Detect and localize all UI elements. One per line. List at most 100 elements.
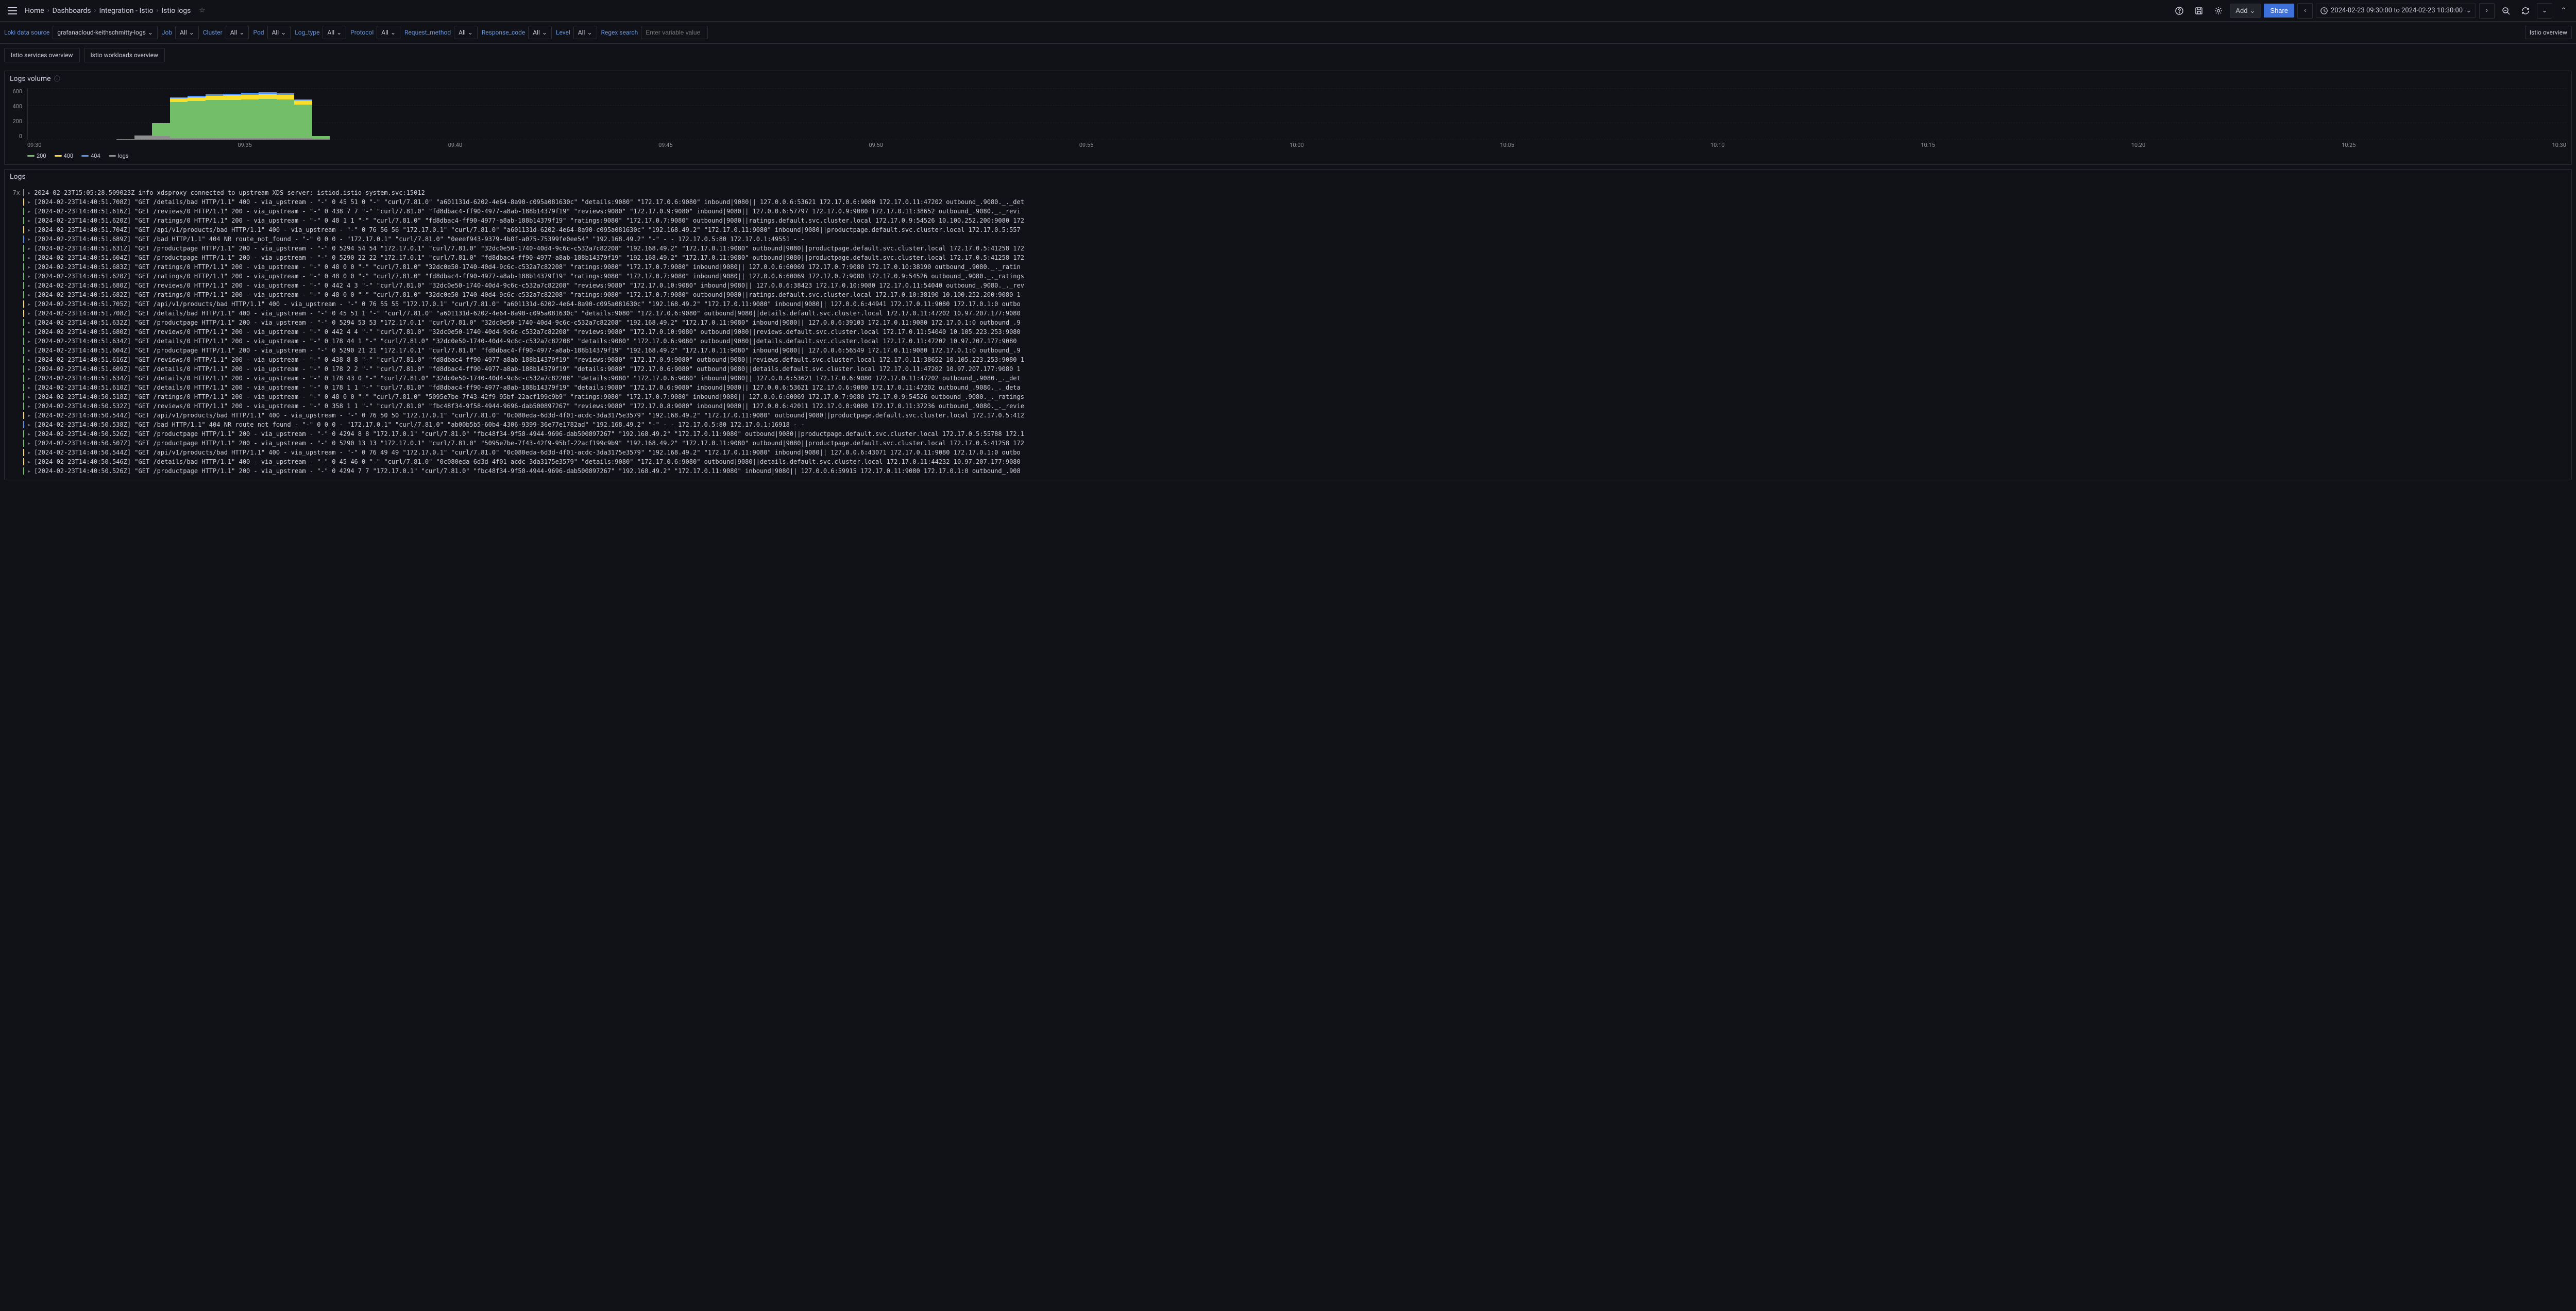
var-select-cluster[interactable]: All ⌄ <box>226 26 249 39</box>
legend-item-logs[interactable]: logs <box>109 153 129 159</box>
log-expand-caret[interactable]: ▸ <box>27 327 31 337</box>
collapse-button[interactable]: ⌃ <box>2555 3 2572 19</box>
breadcrumb-integration[interactable]: Integration - Istio <box>99 7 153 15</box>
log-line[interactable]: ▸[2024-02-23T14:40:51.634Z] "GET /detail… <box>9 374 2567 383</box>
log-line[interactable]: ▸[2024-02-23T14:40:51.604Z] "GET /produc… <box>9 253 2567 262</box>
log-expand-caret[interactable]: ▸ <box>27 429 31 439</box>
log-expand-caret[interactable]: ▸ <box>27 383 31 392</box>
var-select-protocol[interactable]: All ⌄ <box>377 26 400 39</box>
log-line[interactable]: ▸[2024-02-23T14:40:51.634Z] "GET /detail… <box>9 337 2567 346</box>
log-expand-caret[interactable]: ▸ <box>27 244 31 253</box>
log-line[interactable]: ▸[2024-02-23T14:40:50.532Z] "GET /review… <box>9 401 2567 411</box>
log-expand-caret[interactable]: ▸ <box>27 457 31 466</box>
log-line[interactable]: ▸[2024-02-23T14:40:51.680Z] "GET /review… <box>9 327 2567 337</box>
var-select-level[interactable]: All ⌄ <box>573 26 597 39</box>
share-button[interactable]: Share <box>2264 4 2294 18</box>
log-expand-caret[interactable]: ▸ <box>27 188 31 197</box>
refresh-dropdown[interactable]: ⌄ <box>2537 3 2552 19</box>
log-expand-caret[interactable]: ▸ <box>27 290 31 299</box>
help-button[interactable] <box>2171 3 2188 19</box>
tab-workloads-overview[interactable]: Istio workloads overview <box>84 48 165 62</box>
add-button[interactable]: Add ⌄ <box>2230 4 2261 18</box>
log-expand-caret[interactable]: ▸ <box>27 420 31 429</box>
legend-item-200[interactable]: 200 <box>27 153 46 159</box>
log-line[interactable]: ▸[2024-02-23T14:40:50.518Z] "GET /rating… <box>9 392 2567 401</box>
log-expand-caret[interactable]: ▸ <box>27 374 31 383</box>
settings-button[interactable] <box>2210 3 2227 19</box>
logs-body[interactable]: 7x▸2024-02-23T15:05:28.509023Z info xdsp… <box>5 184 2571 480</box>
log-expand-caret[interactable]: ▸ <box>27 253 31 262</box>
tab-services-overview[interactable]: Istio services overview <box>4 48 80 62</box>
log-line[interactable]: ▸[2024-02-23T14:40:50.526Z] "GET /produc… <box>9 429 2567 439</box>
log-line[interactable]: ▸[2024-02-23T14:40:51.604Z] "GET /produc… <box>9 346 2567 355</box>
log-expand-caret[interactable]: ▸ <box>27 401 31 411</box>
log-expand-caret[interactable]: ▸ <box>27 466 31 476</box>
log-line[interactable]: ▸[2024-02-23T14:40:51.708Z] "GET /detail… <box>9 197 2567 207</box>
log-expand-caret[interactable]: ▸ <box>27 197 31 207</box>
log-expand-caret[interactable]: ▸ <box>27 355 31 364</box>
istio-overview-link[interactable]: Istio overview <box>2525 26 2572 39</box>
var-select-job[interactable]: All ⌄ <box>175 26 199 39</box>
breadcrumb-home[interactable]: Home <box>25 7 44 15</box>
log-line[interactable]: ▸[2024-02-23T14:40:51.708Z] "GET /detail… <box>9 309 2567 318</box>
breadcrumb-dashboards[interactable]: Dashboards <box>53 7 91 15</box>
log-line[interactable]: ▸[2024-02-23T14:40:51.616Z] "GET /review… <box>9 355 2567 364</box>
var-select-response_code[interactable]: All ⌄ <box>528 26 552 39</box>
var-select-log_type[interactable]: All ⌄ <box>323 26 346 39</box>
log-expand-caret[interactable]: ▸ <box>27 318 31 327</box>
log-line[interactable]: ▸[2024-02-23T14:40:51.631Z] "GET /produc… <box>9 244 2567 253</box>
star-icon[interactable]: ☆ <box>199 7 205 14</box>
regex-input[interactable] <box>641 26 708 39</box>
log-expand-caret[interactable]: ▸ <box>27 337 31 346</box>
var-label-log_type: Log_type <box>295 29 319 36</box>
legend-item-400[interactable]: 400 <box>55 153 74 159</box>
log-line[interactable]: ▸[2024-02-23T14:40:51.620Z] "GET /rating… <box>9 216 2567 225</box>
log-line[interactable]: ▸[2024-02-23T14:40:50.544Z] "GET /api/v1… <box>9 411 2567 420</box>
log-expand-caret[interactable]: ▸ <box>27 281 31 290</box>
chart-plot[interactable] <box>27 88 2566 140</box>
log-text: [2024-02-23T14:40:51.632Z] "GET /product… <box>34 318 1021 327</box>
info-icon[interactable]: ⓘ <box>54 74 60 83</box>
log-line[interactable]: ▸[2024-02-23T14:40:50.544Z] "GET /api/v1… <box>9 448 2567 457</box>
time-next-button[interactable]: › <box>2479 3 2495 19</box>
log-line[interactable]: ▸[2024-02-23T14:40:50.538Z] "GET /bad HT… <box>9 420 2567 429</box>
refresh-button[interactable] <box>2517 3 2534 19</box>
log-line[interactable]: ▸[2024-02-23T14:40:51.705Z] "GET /api/v1… <box>9 299 2567 309</box>
datasource-select[interactable]: grafanacloud-keithschmitty-logs ⌄ <box>53 26 158 39</box>
var-select-request_method[interactable]: All ⌄ <box>454 26 478 39</box>
log-expand-caret[interactable]: ▸ <box>27 364 31 374</box>
save-button[interactable] <box>2191 3 2207 19</box>
log-line[interactable]: ▸[2024-02-23T14:40:51.620Z] "GET /rating… <box>9 272 2567 281</box>
log-expand-caret[interactable]: ▸ <box>27 225 31 234</box>
log-line[interactable]: ▸[2024-02-23T14:40:51.609Z] "GET /detail… <box>9 364 2567 374</box>
log-expand-caret[interactable]: ▸ <box>27 207 31 216</box>
log-line[interactable]: ▸[2024-02-23T14:40:51.689Z] "GET /bad HT… <box>9 234 2567 244</box>
log-expand-caret[interactable]: ▸ <box>27 448 31 457</box>
log-line[interactable]: ▸[2024-02-23T14:40:51.680Z] "GET /review… <box>9 281 2567 290</box>
log-expand-caret[interactable]: ▸ <box>27 309 31 318</box>
legend-item-404[interactable]: 404 <box>81 153 100 159</box>
log-expand-caret[interactable]: ▸ <box>27 392 31 401</box>
log-line[interactable]: ▸[2024-02-23T14:40:51.683Z] "GET /rating… <box>9 262 2567 272</box>
log-expand-caret[interactable]: ▸ <box>27 299 31 309</box>
menu-button[interactable] <box>4 3 21 19</box>
log-expand-caret[interactable]: ▸ <box>27 411 31 420</box>
var-select-pod[interactable]: All ⌄ <box>267 26 291 39</box>
log-expand-caret[interactable]: ▸ <box>27 439 31 448</box>
log-expand-caret[interactable]: ▸ <box>27 346 31 355</box>
log-line[interactable]: ▸[2024-02-23T14:40:50.526Z] "GET /produc… <box>9 466 2567 476</box>
log-line[interactable]: ▸[2024-02-23T14:40:51.610Z] "GET /detail… <box>9 383 2567 392</box>
log-expand-caret[interactable]: ▸ <box>27 216 31 225</box>
log-line[interactable]: ▸[2024-02-23T14:40:50.507Z] "GET /produc… <box>9 439 2567 448</box>
log-expand-caret[interactable]: ▸ <box>27 272 31 281</box>
log-expand-caret[interactable]: ▸ <box>27 234 31 244</box>
log-line[interactable]: ▸[2024-02-23T14:40:51.632Z] "GET /produc… <box>9 318 2567 327</box>
log-expand-caret[interactable]: ▸ <box>27 262 31 272</box>
zoom-out-button[interactable] <box>2498 3 2514 19</box>
time-range-picker[interactable]: 2024-02-23 09:30:00 to 2024-02-23 10:30:… <box>2316 4 2476 18</box>
log-line[interactable]: ▸[2024-02-23T14:40:50.546Z] "GET /detail… <box>9 457 2567 466</box>
log-line[interactable]: ▸[2024-02-23T14:40:51.682Z] "GET /rating… <box>9 290 2567 299</box>
log-line[interactable]: ▸[2024-02-23T14:40:51.704Z] "GET /api/v1… <box>9 225 2567 234</box>
time-prev-button[interactable]: ‹ <box>2297 3 2313 19</box>
log-line[interactable]: ▸[2024-02-23T14:40:51.616Z] "GET /review… <box>9 207 2567 216</box>
